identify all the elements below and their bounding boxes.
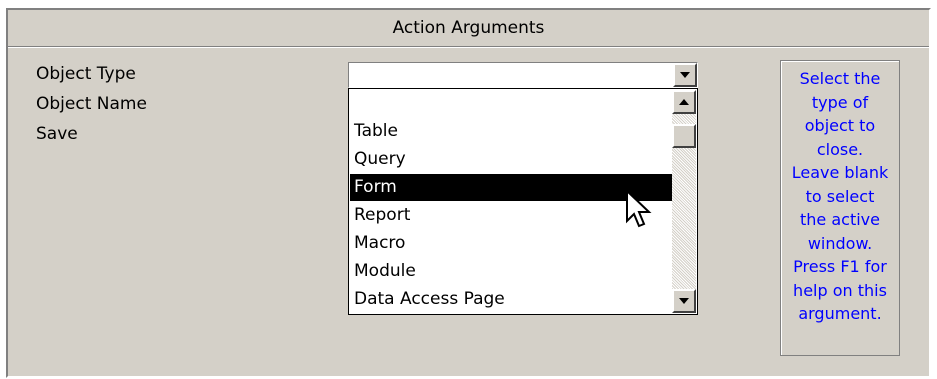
dropdown-scrollbar[interactable] [672, 90, 696, 313]
save-label[interactable]: Save [36, 124, 78, 144]
help-line: type of [811, 92, 869, 112]
scroll-up-button[interactable] [672, 90, 696, 114]
header-divider [8, 46, 929, 48]
list-item-query[interactable]: Query [350, 146, 672, 173]
help-text-box: Select the type of object to close. Leav… [780, 60, 900, 356]
action-arguments-panel: Action Arguments Object Type Object Name… [6, 8, 931, 378]
mouse-pointer-icon [626, 190, 652, 228]
scroll-up-arrow-icon [679, 99, 689, 105]
list-item-table[interactable]: Table [350, 118, 672, 145]
help-line: object to [804, 116, 876, 135]
dropdown-arrow-icon [680, 72, 690, 78]
help-line: Leave blank [791, 163, 889, 182]
list-item-module[interactable]: Module [350, 258, 672, 285]
scroll-down-arrow-icon [679, 298, 689, 304]
list-item-report[interactable]: Report [350, 202, 672, 229]
object-type-combobox[interactable] [348, 62, 698, 88]
help-line: window. [807, 233, 873, 253]
object-name-label[interactable]: Object Name [36, 94, 147, 114]
help-line: Select the [799, 69, 881, 88]
panel-title: Action Arguments [392, 18, 545, 38]
help-line: argument. [798, 304, 882, 323]
help-line: Press F1 for [793, 257, 887, 276]
help-line: help on this [793, 280, 887, 300]
scroll-thumb[interactable] [672, 124, 696, 148]
list-item-form[interactable]: Form [350, 174, 672, 201]
help-line: close. [816, 139, 864, 159]
dropdown-button[interactable] [673, 63, 697, 87]
help-line: to select [805, 186, 875, 206]
scroll-down-button[interactable] [672, 289, 696, 313]
object-type-label[interactable]: Object Type [36, 64, 136, 84]
list-item-blank[interactable] [350, 90, 672, 117]
dropdown-options: Table Query Form Report Macro Module Dat… [350, 90, 672, 313]
list-item-data-access-page[interactable]: Data Access Page [350, 286, 672, 313]
list-item-macro[interactable]: Macro [350, 230, 672, 257]
help-line: the active [800, 210, 880, 229]
